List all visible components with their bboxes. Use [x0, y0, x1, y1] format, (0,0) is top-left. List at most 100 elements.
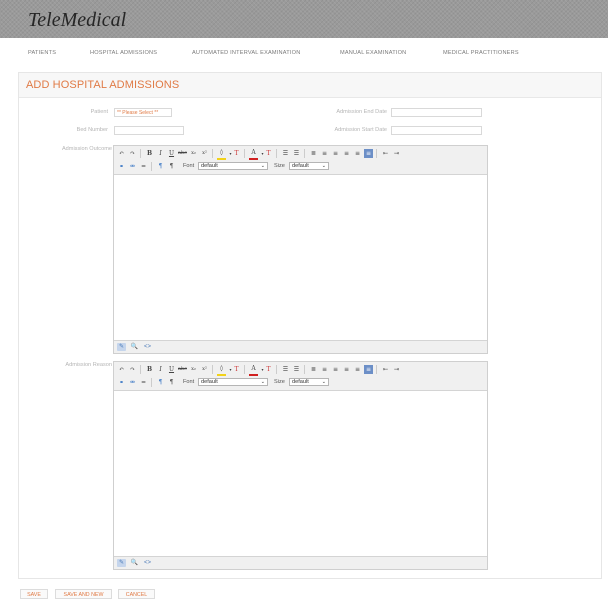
- text-color-icon[interactable]: A: [249, 365, 258, 376]
- html-view-icon[interactable]: <>: [143, 343, 152, 351]
- align-left-icon[interactable]: ≡: [320, 365, 329, 374]
- admission-reason-label: Admission Reason: [65, 362, 112, 368]
- toolbar-divider: [244, 365, 245, 374]
- admission-start-date-label: Admission Start Date: [334, 127, 387, 133]
- admission-outcome-textarea[interactable]: [114, 175, 487, 340]
- text-color-icon[interactable]: A: [249, 149, 258, 160]
- toolbar-divider: [151, 378, 152, 387]
- patient-select[interactable]: ** Please Select **: [114, 108, 172, 117]
- design-view-icon[interactable]: ✎: [117, 343, 126, 351]
- link-icon[interactable]: ⚭: [117, 162, 126, 171]
- html-view-icon[interactable]: <>: [143, 559, 152, 567]
- align-left-icon[interactable]: ≡: [320, 149, 329, 158]
- rtl-icon[interactable]: ¶: [167, 162, 176, 171]
- italic-icon[interactable]: I: [156, 149, 165, 158]
- align-center-icon[interactable]: ≡: [331, 365, 340, 374]
- editor-toolbar: ↶ ↷ B I U abc x₂ x² ◊ ▾ T A ▾ T ☰ ☰ ≣ ≡ …: [114, 362, 487, 391]
- preview-icon[interactable]: 🔍: [130, 559, 139, 567]
- rtl-icon[interactable]: ¶: [167, 378, 176, 387]
- nav-automated-interval-examination[interactable]: AUTOMATED INTERVAL EXAMINATION: [192, 50, 300, 56]
- redo-icon[interactable]: ↷: [128, 365, 137, 374]
- save-and-new-button[interactable]: SAVE AND NEW: [55, 589, 112, 599]
- strikethrough-icon[interactable]: abc: [178, 365, 187, 374]
- align-justify-icon[interactable]: ≡: [353, 149, 362, 158]
- superscript-icon[interactable]: x²: [200, 149, 209, 158]
- size-select-value: default: [292, 163, 309, 169]
- chevron-down-icon: ⌄: [321, 163, 326, 169]
- align-justify-icon[interactable]: ≡: [353, 365, 362, 374]
- strikethrough-icon[interactable]: abc: [178, 149, 187, 158]
- size-select[interactable]: default ⌄: [289, 162, 329, 170]
- admission-end-date-label: Admission End Date: [336, 109, 387, 115]
- horizontal-rule-icon[interactable]: ═: [139, 378, 148, 387]
- remove-highlight-icon[interactable]: T: [232, 365, 241, 374]
- editor-bottom-bar: ✎ 🔍 <>: [114, 556, 487, 569]
- indent-icon[interactable]: ⇥: [392, 149, 401, 158]
- admission-outcome-editor: ↶ ↷ B I U abc x₂ x² ◊ ▾ T A ▾ T ☰ ☰ ≣ ≡ …: [113, 145, 488, 354]
- toolbar-divider: [276, 365, 277, 374]
- align-right-icon[interactable]: ≡: [342, 365, 351, 374]
- admission-end-date-field[interactable]: [391, 108, 482, 117]
- indent-icon[interactable]: ⇥: [392, 365, 401, 374]
- superscript-icon[interactable]: x²: [200, 365, 209, 374]
- full-justify-icon[interactable]: ≡: [364, 365, 373, 374]
- italic-icon[interactable]: I: [156, 365, 165, 374]
- align-right-icon[interactable]: ≡: [342, 149, 351, 158]
- align-center-icon[interactable]: ≡: [331, 149, 340, 158]
- nav-hospital-admissions[interactable]: HOSPITAL ADMISSIONS: [90, 50, 157, 56]
- design-view-icon[interactable]: ✎: [117, 559, 126, 567]
- undo-icon[interactable]: ↶: [117, 149, 126, 158]
- toolbar-divider: [276, 149, 277, 158]
- bed-number-field[interactable]: [114, 126, 184, 135]
- font-select[interactable]: default ⌄: [198, 378, 268, 386]
- remove-format-icon[interactable]: T: [264, 365, 273, 374]
- subscript-icon[interactable]: x₂: [189, 149, 198, 158]
- outdent-icon[interactable]: ⇤: [381, 365, 390, 374]
- horizontal-rule-icon[interactable]: ═: [139, 162, 148, 171]
- redo-icon[interactable]: ↷: [128, 149, 137, 158]
- size-select[interactable]: default ⌄: [289, 378, 329, 386]
- nav-patients[interactable]: PATIENTS: [28, 50, 56, 56]
- font-select[interactable]: default ⌄: [198, 162, 268, 170]
- chevron-down-icon: ⌄: [260, 379, 265, 385]
- admission-outcome-label: Admission Outcome: [61, 146, 112, 152]
- highlight-color-icon[interactable]: ◊: [217, 365, 226, 376]
- bed-number-label: Bed Number: [76, 127, 108, 133]
- ltr-icon[interactable]: ¶: [156, 162, 165, 171]
- unordered-list-icon[interactable]: ☰: [292, 365, 301, 374]
- subscript-icon[interactable]: x₂: [189, 365, 198, 374]
- link-icon[interactable]: ⚭: [117, 378, 126, 387]
- ltr-icon[interactable]: ¶: [156, 378, 165, 387]
- underline-icon[interactable]: U: [167, 149, 176, 158]
- font-select-value: default: [201, 163, 218, 169]
- underline-icon[interactable]: U: [167, 365, 176, 374]
- nav-medical-practitioners[interactable]: MEDICAL PRACTITIONERS: [443, 50, 519, 56]
- app-logo: TeleMedical: [28, 9, 127, 31]
- panel-header: ADD HOSPITAL ADMISSIONS: [19, 73, 601, 98]
- save-button[interactable]: SAVE: [20, 589, 48, 599]
- ordered-list-icon[interactable]: ☰: [281, 149, 290, 158]
- admission-start-date-field[interactable]: [391, 126, 482, 135]
- ordered-list-icon[interactable]: ☰: [281, 365, 290, 374]
- paragraph-icon[interactable]: ≣: [309, 149, 318, 158]
- font-select-value: default: [201, 379, 218, 385]
- unlink-icon[interactable]: ⚮: [128, 378, 137, 387]
- bold-icon[interactable]: B: [145, 365, 154, 374]
- admission-reason-textarea[interactable]: [114, 391, 487, 556]
- nav-manual-examination[interactable]: MANUAL EXAMINATION: [340, 50, 406, 56]
- remove-highlight-icon[interactable]: T: [232, 149, 241, 158]
- full-justify-icon[interactable]: ≡: [364, 149, 373, 158]
- paragraph-icon[interactable]: ≣: [309, 365, 318, 374]
- undo-icon[interactable]: ↶: [117, 365, 126, 374]
- highlight-color-icon[interactable]: ◊: [217, 149, 226, 160]
- preview-icon[interactable]: 🔍: [130, 343, 139, 351]
- unlink-icon[interactable]: ⚮: [128, 162, 137, 171]
- outdent-icon[interactable]: ⇤: [381, 149, 390, 158]
- toolbar-divider: [140, 365, 141, 374]
- unordered-list-icon[interactable]: ☰: [292, 149, 301, 158]
- main-nav: PATIENTS HOSPITAL ADMISSIONS AUTOMATED I…: [0, 44, 608, 64]
- bold-icon[interactable]: B: [145, 149, 154, 158]
- remove-format-icon[interactable]: T: [264, 149, 273, 158]
- cancel-button[interactable]: CANCEL: [118, 589, 155, 599]
- editor-toolbar: ↶ ↷ B I U abc x₂ x² ◊ ▾ T A ▾ T ☰ ☰ ≣ ≡ …: [114, 146, 487, 175]
